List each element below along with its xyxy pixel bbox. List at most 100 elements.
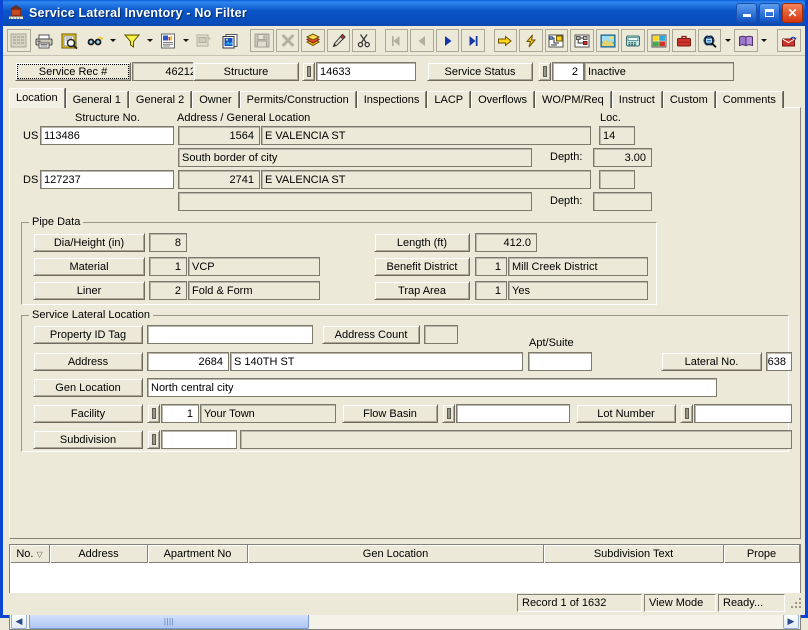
tab-general-1[interactable]: General 1 <box>65 91 128 108</box>
globe-search-dropdown-arrow[interactable] <box>722 29 733 52</box>
length-field[interactable]: 412.0 <box>475 233 537 252</box>
map-icon[interactable] <box>646 29 671 52</box>
service-status-button[interactable]: Service Status <box>427 62 533 81</box>
flow-basin-button[interactable]: Flow Basin <box>342 404 438 423</box>
ds-note-field[interactable] <box>178 192 532 211</box>
resize-grip-icon[interactable] <box>789 596 803 610</box>
ds-street-field[interactable]: E VALENCIA ST <box>261 170 591 189</box>
service-status-spinner[interactable] <box>538 62 551 81</box>
us-note-field[interactable]: South border of city <box>178 148 532 167</box>
goto-icon[interactable] <box>493 29 518 52</box>
find-icon[interactable] <box>84 29 108 52</box>
previous-record-icon[interactable] <box>410 29 434 52</box>
grid-column-header[interactable]: No. ▽ <box>10 545 50 563</box>
undo-icon[interactable] <box>301 29 325 52</box>
structure-spinner[interactable] <box>302 62 315 81</box>
liner-button[interactable]: Liner <box>33 281 145 300</box>
us-depth-field[interactable]: 3.00 <box>593 148 652 167</box>
grid-column-header[interactable]: Address <box>50 545 148 563</box>
tab-wo-pm-req[interactable]: WO/PM/Req <box>535 91 611 108</box>
lot-number-button[interactable]: Lot Number <box>576 404 676 423</box>
help-book-dropdown-arrow[interactable] <box>759 29 770 52</box>
grid-column-header[interactable]: Apartment No <box>148 545 248 563</box>
next-record-icon[interactable] <box>435 29 460 52</box>
service-rec-button[interactable]: Service Rec # <box>15 62 131 81</box>
save-icon[interactable] <box>250 29 274 52</box>
length-button[interactable]: Length (ft) <box>374 233 470 252</box>
cut-icon[interactable] <box>352 29 376 52</box>
ds-loc-field[interactable] <box>599 170 635 189</box>
minimize-icon[interactable] <box>736 3 757 23</box>
gen-location-field[interactable]: North central city <box>147 378 717 397</box>
help-book-icon[interactable] <box>734 29 758 52</box>
tab-comments[interactable]: Comments <box>715 91 783 108</box>
toolbox-icon[interactable] <box>672 29 696 52</box>
tab-instruct[interactable]: Instruct <box>611 91 662 108</box>
duplicate-icon[interactable] <box>218 29 242 52</box>
ds-house-number-field[interactable]: 2741 <box>178 170 260 189</box>
filter-dropdown-arrow[interactable] <box>144 29 155 52</box>
facility-spinner[interactable] <box>147 404 160 423</box>
scroll-thumb[interactable]: |||| <box>29 613 309 629</box>
print-icon[interactable] <box>33 29 57 52</box>
dia-height-field[interactable]: 8 <box>149 233 187 252</box>
address-count-button[interactable]: Address Count <box>322 325 420 344</box>
scroll-right-arrow[interactable]: ▶ <box>783 613 799 629</box>
address-street-field[interactable]: S 140TH ST <box>230 352 523 371</box>
address-button[interactable]: Address <box>33 352 143 371</box>
flow-basin-spinner[interactable] <box>442 404 455 423</box>
apt-suite-field[interactable] <box>528 352 592 371</box>
service-rec-value[interactable]: 46212 <box>132 62 202 81</box>
exit-icon[interactable] <box>777 29 801 52</box>
maximize-icon[interactable] <box>759 3 780 23</box>
grid-column-header[interactable]: Prope <box>724 545 800 563</box>
lightning-icon[interactable] <box>519 29 543 52</box>
gen-location-button[interactable]: Gen Location <box>33 378 143 397</box>
close-icon[interactable]: ✕ <box>782 3 803 23</box>
first-record-icon[interactable] <box>384 29 409 52</box>
facility-button[interactable]: Facility <box>33 404 143 423</box>
tab-inspections[interactable]: Inspections <box>356 91 427 108</box>
hierarchy-icon[interactable] <box>570 29 594 52</box>
subdivision-code-field[interactable] <box>161 430 237 449</box>
delete-icon[interactable] <box>275 29 300 52</box>
copy-record-icon[interactable] <box>192 29 216 52</box>
tab-permits-construction[interactable]: Permits/Construction <box>239 91 356 108</box>
lateral-no-button[interactable]: Lateral No. <box>661 352 762 371</box>
find-dropdown-arrow[interactable] <box>108 29 119 52</box>
subdivision-button[interactable]: Subdivision <box>33 430 143 449</box>
print-preview-icon[interactable] <box>58 29 82 52</box>
service-status-code[interactable]: 2 <box>552 62 584 81</box>
lot-number-spinner[interactable] <box>680 404 693 423</box>
ds-structure-field[interactable]: 127237 <box>40 170 174 189</box>
title-bar[interactable]: Service Lateral Inventory - No Filter ✕ <box>3 0 805 26</box>
grid-column-header[interactable]: Subdivision Text <box>544 545 724 563</box>
benefit-district-button[interactable]: Benefit District <box>374 257 470 276</box>
grid-column-header[interactable]: Gen Location <box>248 545 544 563</box>
tab-owner[interactable]: Owner <box>192 91 239 108</box>
tab-general-2[interactable]: General 2 <box>128 91 192 108</box>
us-house-number-field[interactable]: 1564 <box>178 126 260 145</box>
address-count-field[interactable] <box>424 325 458 344</box>
us-loc-field[interactable]: 14 <box>599 126 635 145</box>
facility-code-field[interactable]: 1 <box>161 404 199 423</box>
globe-search-icon[interactable] <box>697 29 722 52</box>
us-structure-field[interactable]: 113486 <box>40 126 174 145</box>
tab-overflows[interactable]: Overflows <box>471 91 535 108</box>
filter-icon[interactable] <box>120 29 144 52</box>
property-id-tag-field[interactable] <box>147 325 313 344</box>
material-button[interactable]: Material <box>33 257 145 276</box>
address-number-field[interactable]: 2684 <box>147 352 229 371</box>
lot-number-field[interactable] <box>694 404 792 423</box>
ds-depth-field[interactable] <box>593 192 652 211</box>
report-icon[interactable] <box>156 29 180 52</box>
tab-custom[interactable]: Custom <box>662 91 715 108</box>
structure-button[interactable]: Structure <box>193 62 299 81</box>
structure-value[interactable]: 14633 <box>316 62 416 81</box>
grid-view-icon[interactable] <box>7 29 31 52</box>
report-dropdown-arrow[interactable] <box>181 29 192 52</box>
trap-area-code-field[interactable]: 1 <box>475 281 507 300</box>
tab-lacp[interactable]: LACP <box>427 91 471 108</box>
scroll-left-arrow[interactable]: ◀ <box>11 613 27 629</box>
phone-icon[interactable] <box>621 29 645 52</box>
